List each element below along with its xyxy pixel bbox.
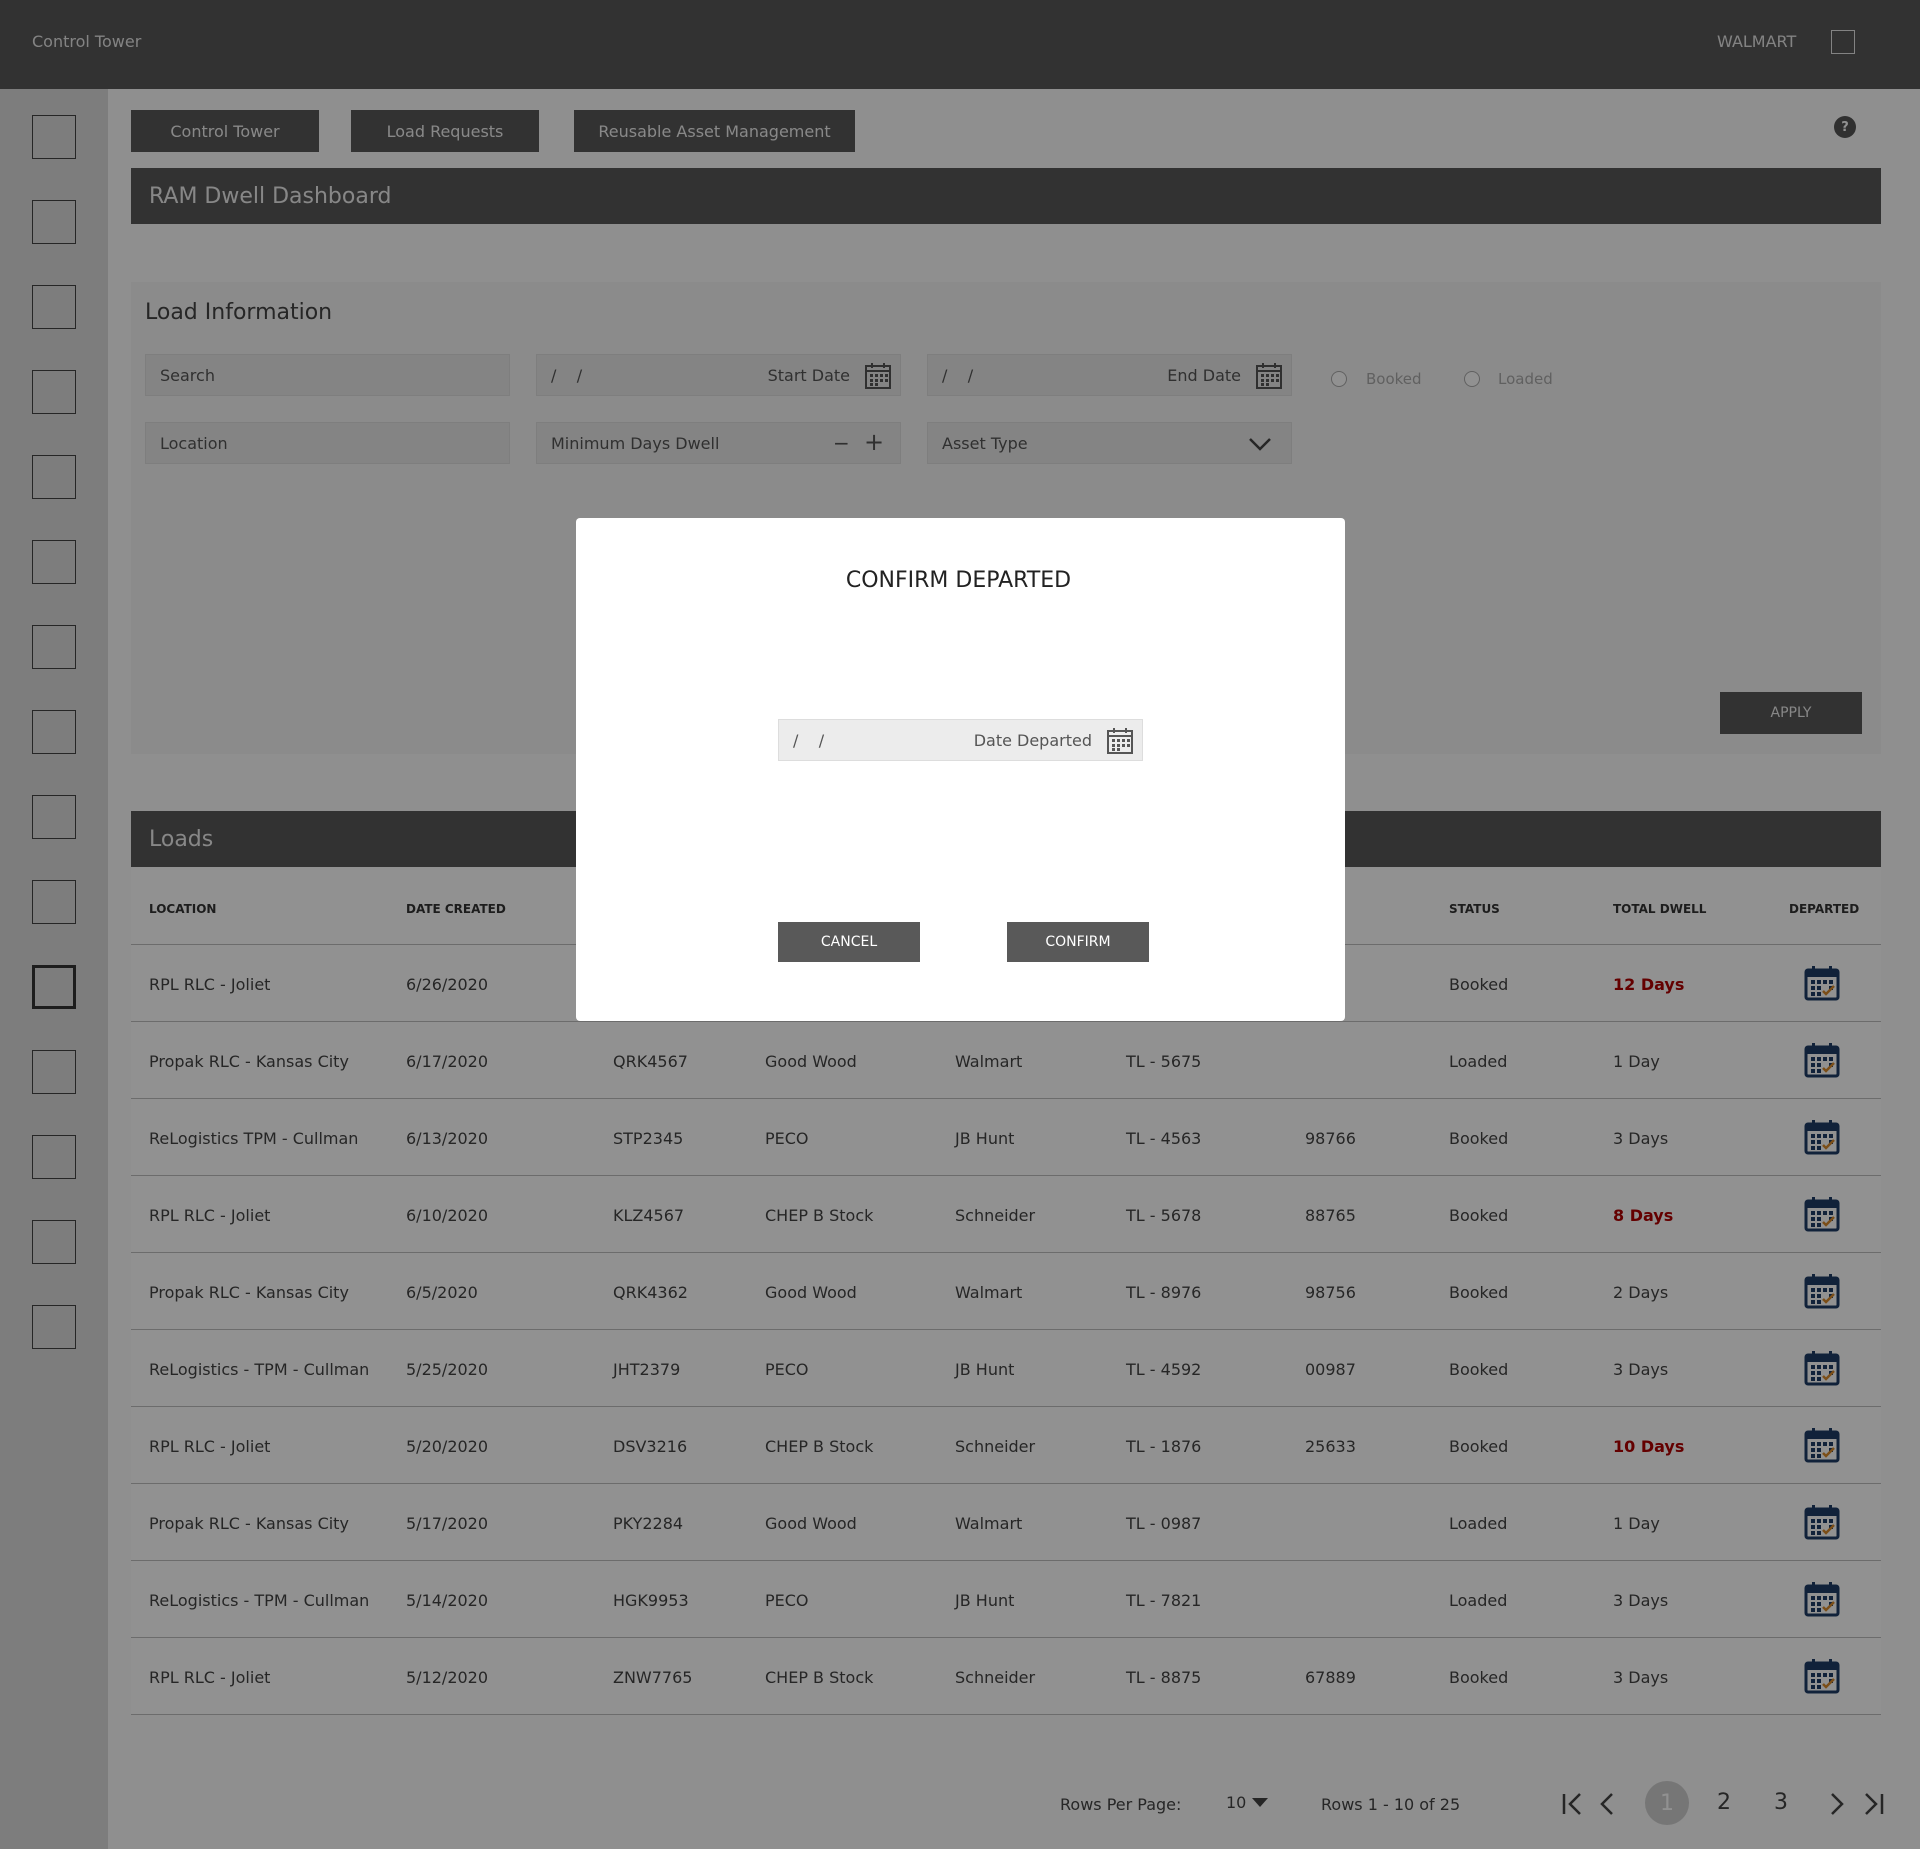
date-departed-field[interactable]: / / Date Departed — [778, 719, 1143, 761]
dialog-title: CONFIRM DEPARTED — [845, 568, 1072, 593]
cancel-button[interactable]: CANCEL — [778, 922, 920, 962]
confirm-button[interactable]: CONFIRM — [1007, 922, 1149, 962]
confirm-departed-dialog — [576, 518, 1345, 1021]
calendar-icon[interactable] — [1106, 727, 1134, 755]
date-departed-slashes: / / — [793, 730, 825, 750]
date-departed-label: Date Departed — [973, 730, 1092, 750]
